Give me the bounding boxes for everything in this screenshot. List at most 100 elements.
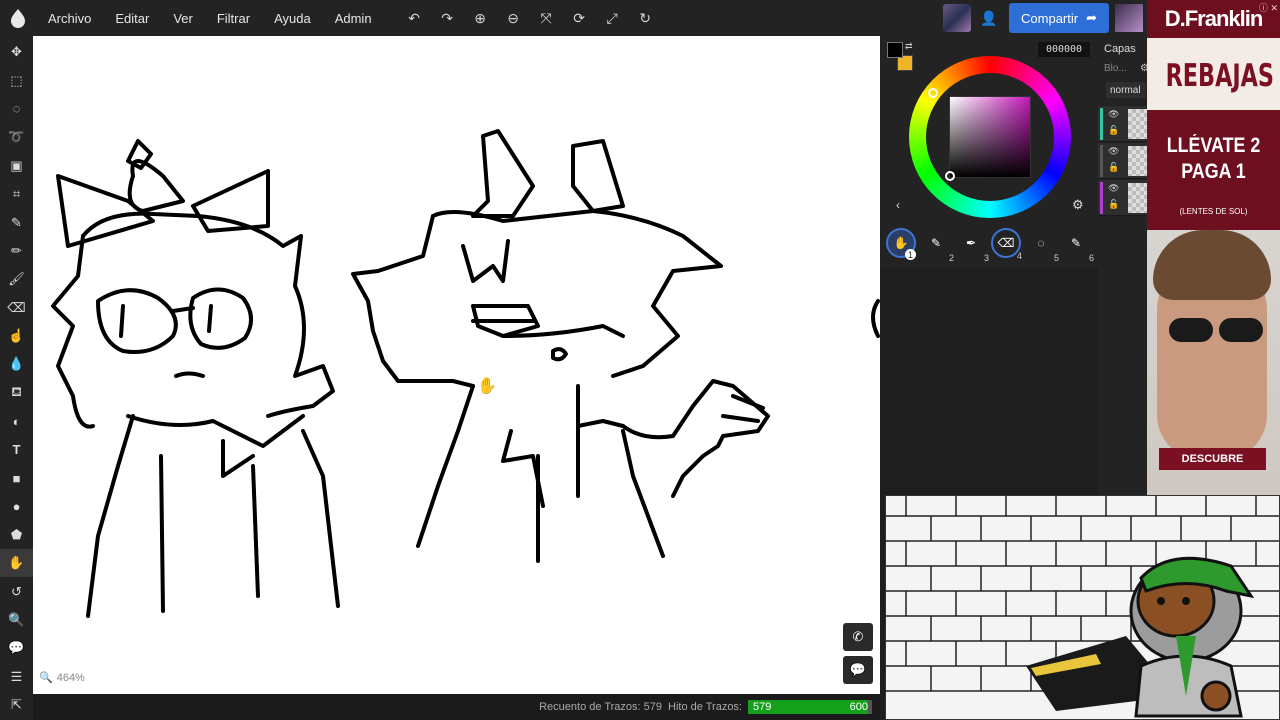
brush-slot-pen[interactable]: ✒ 3 [956, 228, 989, 263]
hue-handle[interactable] [928, 88, 938, 98]
layer-thumbnail [1128, 109, 1147, 139]
stroke-milestone-bar: 579 600 [748, 700, 872, 714]
zoom-tool-icon[interactable]: 🔍 [0, 606, 33, 634]
brush-slot-marker[interactable]: ✎ 6 [1061, 228, 1094, 263]
rotate-view-tool-icon[interactable]: ↺ [0, 577, 33, 605]
reset-rotation-icon[interactable]: ↻ [629, 0, 662, 36]
menu-ver[interactable]: Ver [161, 11, 205, 26]
brush-slot-eraser[interactable]: ⌫ 4 [991, 228, 1022, 261]
sv-handle[interactable] [945, 171, 955, 181]
lock-icon[interactable]: 🔓 [1108, 125, 1119, 136]
stroke-current: 579 [753, 701, 772, 713]
advertisement[interactable]: ⓘ ✕ D.Franklin REBAJAS LLÉVATE 2 PAGA 1 … [1147, 0, 1280, 495]
hex-input[interactable]: 000000 [1038, 42, 1090, 57]
eyedropper-tool-icon[interactable]: ✎ [0, 208, 33, 236]
brush-slot-number: 5 [1053, 253, 1059, 263]
layer-color-strip [1100, 108, 1103, 140]
brush-slot-brush[interactable]: ✎ 2 [921, 228, 954, 263]
layers-settings-icon[interactable]: ⚙ [1140, 63, 1147, 74]
menu-admin[interactable]: Admin [323, 11, 384, 26]
layer-thumbnail [1128, 146, 1147, 176]
user-avatar[interactable] [1115, 4, 1143, 32]
canvas-sketch [51, 129, 880, 618]
stroke-max: 600 [849, 701, 868, 713]
rectangle-tool-icon[interactable]: ■ [0, 464, 33, 492]
brush-slot-hand[interactable]: ✋ 1 [886, 228, 916, 260]
eye-icon[interactable]: 👁 [1108, 146, 1119, 157]
brush-slot-select[interactable]: ◌ 5 [1026, 228, 1059, 263]
share-button[interactable]: Compartir ➦ [1009, 3, 1109, 33]
rotate-icon[interactable]: ⟳ [563, 0, 596, 36]
eye-icon[interactable]: 👁 [1108, 109, 1119, 120]
lock-icon[interactable]: 🔓 [1108, 199, 1119, 210]
fill-tool-icon[interactable]: ⛾ [0, 379, 33, 407]
primary-color-swatch[interactable] [887, 42, 903, 58]
zoom-in-icon[interactable]: ⊕ [464, 0, 497, 36]
layer-row[interactable]: 👁 🔓 [1098, 180, 1147, 216]
layers-panel: Capas ⚙ Blo... normal 👁 🔓 👁 🔓 👁 🔓 [1098, 36, 1147, 495]
rect-select-tool-icon[interactable]: ⬚ [0, 66, 33, 94]
ad-sunglasses [1169, 318, 1279, 346]
layers-blend-label: Blo... [1104, 63, 1127, 74]
comment-tool-icon[interactable]: 💬 [0, 634, 33, 662]
gear-icon[interactable]: ⚙ [1072, 197, 1084, 213]
layer-row[interactable]: 👁 🔓 [1098, 106, 1147, 142]
lock-icon[interactable]: 🔓 [1108, 162, 1119, 173]
transform-tool-icon[interactable]: ▣ [0, 152, 33, 180]
zoom-level: 464% [56, 671, 85, 684]
brush-slot-number: 4 [1016, 251, 1022, 261]
drawing-canvas[interactable]: ✋ [33, 36, 880, 694]
view-toolbar: ↶ ↷ ⊕ ⊖ ⤧ ⟳ ⤢ ↻ [398, 0, 662, 36]
swap-colors-icon[interactable]: ⇄ [905, 41, 913, 52]
blur-tool-icon[interactable]: 💧 [0, 350, 33, 378]
pencil-tool-icon[interactable]: ✏ [0, 237, 33, 265]
chat-icon: 💬 [849, 662, 867, 677]
layer-thumbnail [1128, 183, 1147, 213]
menu-filtrar[interactable]: Filtrar [205, 11, 262, 26]
text-tool-icon[interactable]: T [0, 435, 33, 463]
zoom-out-icon[interactable]: ⊖ [497, 0, 530, 36]
eye-icon[interactable]: 👁 [1108, 183, 1119, 194]
blend-mode-select[interactable]: normal [1106, 82, 1146, 98]
menu-archivo[interactable]: Archivo [36, 11, 103, 26]
export-icon[interactable]: ⇱ [0, 691, 33, 719]
brush-slot-number: 3 [983, 253, 989, 263]
add-user-icon[interactable]: 👤 [977, 0, 1001, 36]
ad-brand: D.Franklin [1164, 6, 1264, 31]
fullscreen-icon[interactable]: ⤢ [596, 0, 629, 36]
chat-button[interactable]: 💬 [843, 656, 873, 684]
tool-sidebar: ✥ ⬚ ◌ ➰ ▣ ⌗ ✎ ✏ 🖌 ⌫ ☝ 💧 ⛾ ◐ T ■ ● ⬟ ✋ ↺ … [0, 36, 33, 720]
crop-tool-icon[interactable]: ⌗ [0, 180, 33, 208]
collaborator-avatar[interactable] [943, 4, 972, 32]
undo-icon[interactable]: ↶ [398, 0, 431, 36]
smudge-tool-icon[interactable]: ☝ [0, 322, 33, 350]
lasso-select-tool-icon[interactable]: ➰ [0, 123, 33, 151]
chevron-left-icon[interactable]: ‹ [896, 198, 900, 212]
zoom-indicator[interactable]: 🔍 464% [39, 671, 85, 685]
hand-cursor-icon: ✋ [477, 378, 497, 395]
brush-slots: ✋ 1 ✎ 2 ✒ 3 ⌫ 4 ◌ 5 ✎ 6 [886, 228, 1094, 263]
move-tool-icon[interactable]: ✥ [0, 38, 33, 66]
hand-tool-icon[interactable]: ✋ [0, 549, 33, 578]
eraser-tool-icon[interactable]: ⌫ [0, 294, 33, 322]
ad-model-hair [1153, 230, 1271, 300]
status-bar: Recuento de Trazos: 579 Hito de Trazos: … [33, 694, 880, 720]
ellipse-select-tool-icon[interactable]: ◌ [0, 95, 33, 123]
saturation-value-square[interactable] [949, 96, 1031, 178]
call-button[interactable]: ✆ [843, 623, 873, 651]
app-logo-icon[interactable] [0, 0, 36, 36]
redo-icon[interactable]: ↷ [431, 0, 464, 36]
empty-panel-area [880, 268, 1098, 495]
gradient-tool-icon[interactable]: ◐ [0, 407, 33, 435]
stroke-count: Recuento de Trazos: 579 [539, 701, 663, 713]
ellipse-tool-icon[interactable]: ● [0, 492, 33, 520]
layers-title: Capas [1104, 43, 1136, 55]
menu-ayuda[interactable]: Ayuda [262, 11, 323, 26]
polygon-tool-icon[interactable]: ⬟ [0, 521, 33, 549]
menu-editar[interactable]: Editar [103, 11, 161, 26]
brush-tool-icon[interactable]: 🖌 [0, 265, 33, 293]
fit-screen-icon[interactable]: ⤧ [530, 0, 563, 36]
layer-row[interactable]: 👁 🔓 [1098, 143, 1147, 179]
ad-cta-button[interactable]: DESCUBRE [1159, 448, 1266, 470]
layers-toggle-icon[interactable]: ☰ [0, 663, 33, 691]
